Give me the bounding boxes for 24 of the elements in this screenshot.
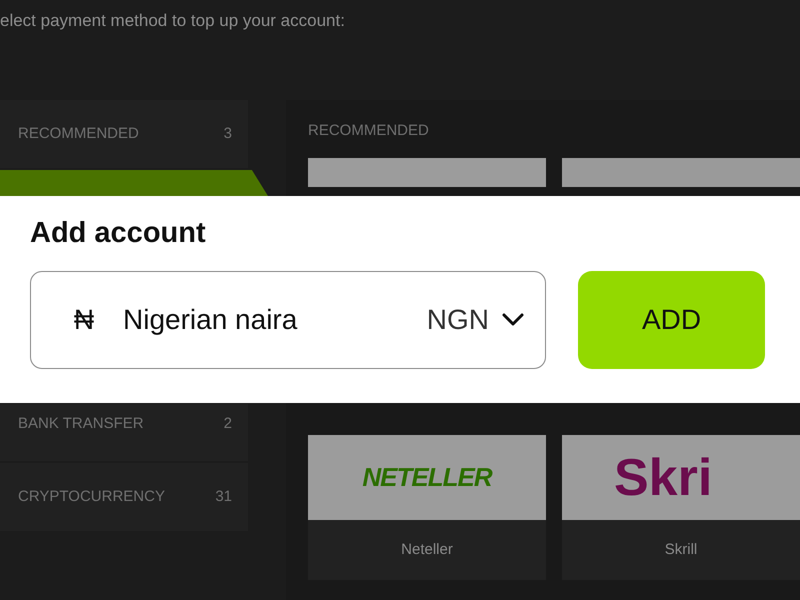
panel-title: Add account (30, 216, 207, 251)
payment-card[interactable]: Skri Skrill (562, 435, 800, 580)
skrill-logo: Skri (614, 448, 712, 508)
section-heading: RECOMMENDED (308, 122, 430, 140)
currency-select[interactable]: ₦ Nigerian naira NGN (30, 270, 546, 369)
method-label: Neteller (401, 540, 453, 560)
payment-card[interactable]: NETELLER Neteller (308, 435, 546, 580)
category-item[interactable]: BANK TRANSFER 2 (0, 404, 248, 461)
instruction-text: elect payment method to top up your account: (0, 10, 346, 32)
category-count: 2 (224, 414, 232, 434)
category-label: RECOMMENDED (18, 124, 139, 144)
chevron-down-icon (501, 312, 525, 328)
payment-card[interactable] (308, 158, 546, 187)
neteller-logo: NETELLER (362, 461, 492, 494)
category-item[interactable]: RECOMMENDED 3 (0, 100, 248, 168)
add-button[interactable]: ADD (578, 270, 765, 369)
category-count: 31 (215, 486, 232, 507)
category-item[interactable]: CRYPTOCURRENCY 31 (0, 463, 248, 531)
category-label: CRYPTOCURRENCY (18, 486, 165, 507)
payment-card[interactable] (562, 158, 800, 187)
method-label: Skrill (664, 540, 698, 560)
category-count: 3 (224, 124, 232, 144)
category-label: BANK TRANSFER (18, 414, 144, 434)
category-item[interactable] (0, 170, 268, 196)
